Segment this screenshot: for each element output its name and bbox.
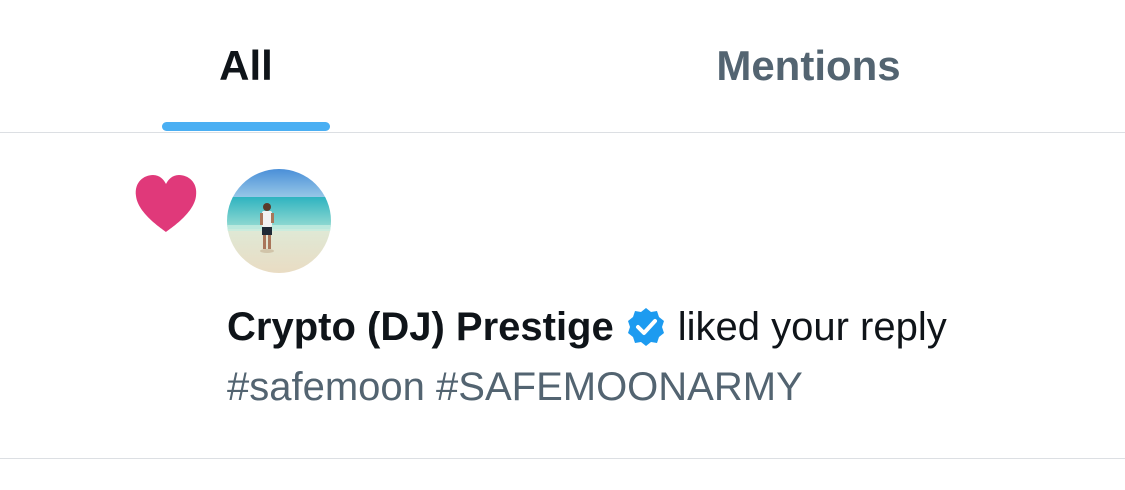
tab-mentions-label: Mentions bbox=[716, 42, 901, 89]
notifications-page: All Mentions Crypto (DJ) Prestige liked … bbox=[0, 0, 1125, 490]
notification-item[interactable]: Crypto (DJ) Prestige liked your reply #s… bbox=[0, 133, 1125, 459]
reply-preview: #safemoon #SAFEMOONARMY bbox=[227, 365, 803, 409]
avatar-image bbox=[227, 169, 331, 273]
notification-text: Crypto (DJ) Prestige liked your reply bbox=[227, 299, 947, 355]
heart-icon bbox=[135, 175, 197, 232]
tab-mentions[interactable]: Mentions bbox=[492, 0, 1125, 132]
tab-all-label: All bbox=[219, 42, 273, 89]
action-text: liked your reply bbox=[677, 304, 947, 349]
user-name-link[interactable]: Crypto (DJ) Prestige bbox=[227, 305, 614, 350]
tab-all[interactable]: All bbox=[0, 0, 492, 132]
verified-badge-icon bbox=[627, 308, 664, 346]
selected-tab-indicator bbox=[162, 122, 330, 131]
avatar[interactable] bbox=[227, 169, 331, 273]
notification-tabs: All Mentions bbox=[0, 0, 1125, 133]
